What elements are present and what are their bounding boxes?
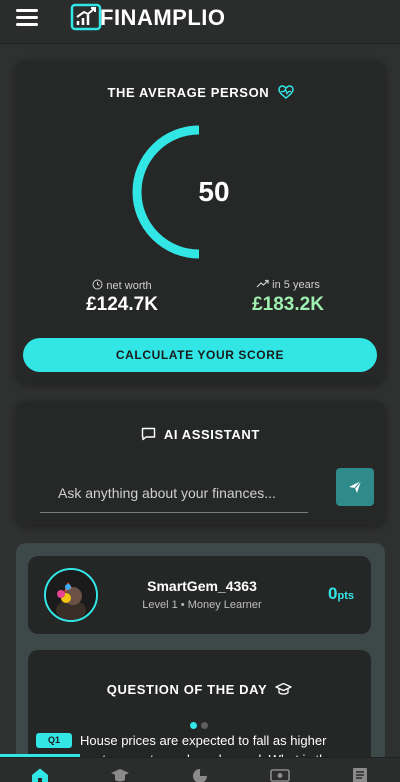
home-icon[interactable] xyxy=(30,767,50,782)
score-value: 50 xyxy=(198,176,230,207)
calculate-score-button[interactable]: CALCULATE YOUR SCORE xyxy=(23,338,377,372)
average-person-title-text: THE AVERAGE PERSON xyxy=(107,85,270,100)
news-icon[interactable] xyxy=(350,767,370,782)
pager-dot[interactable] xyxy=(201,722,208,729)
ai-assistant-title: AI ASSISTANT xyxy=(16,427,385,442)
net-worth-label: net worth xyxy=(106,280,152,292)
question-number-badge: Q1 xyxy=(36,733,72,748)
ai-assistant-title-text: AI ASSISTANT xyxy=(163,427,260,442)
send-icon xyxy=(349,480,362,493)
question-of-the-day-title: QUESTION OF THE DAY xyxy=(28,682,371,697)
username: SmartGem_4363 xyxy=(147,578,257,594)
average-person-title: THE AVERAGE PERSON xyxy=(16,85,385,100)
net-worth-label-group: net worth xyxy=(72,279,172,292)
logo-chart-arrow-icon xyxy=(70,3,102,31)
top-bar: FINAMPLIO xyxy=(0,0,400,44)
ai-assistant-card: AI ASSISTANT xyxy=(16,401,385,525)
ai-question-input[interactable] xyxy=(40,473,308,513)
pager-dot-active[interactable] xyxy=(190,722,197,729)
points-display: 0pts xyxy=(328,584,354,604)
send-button[interactable] xyxy=(336,468,374,506)
net-worth-value: £124.7K xyxy=(86,294,158,315)
money-icon[interactable] xyxy=(270,767,290,782)
average-person-card: THE AVERAGE PERSON 50 net worth £124.7K … xyxy=(16,60,385,383)
avatar[interactable] xyxy=(44,568,98,622)
clock-icon xyxy=(92,279,103,290)
qotd-title-text: QUESTION OF THE DAY xyxy=(106,682,267,697)
heart-pulse-icon xyxy=(277,85,294,99)
future-label-group: in 5 years xyxy=(238,279,338,291)
brand-name[interactable]: FINAMPLIO xyxy=(100,5,226,31)
user-level: Level 1 • Money Learner xyxy=(142,599,262,611)
profile-card[interactable]: SmartGem_4363 Level 1 • Money Learner 0p… xyxy=(28,556,371,634)
graduation-cap-icon xyxy=(275,682,292,695)
trend-up-icon xyxy=(256,279,269,288)
learn-icon[interactable] xyxy=(110,767,130,782)
score-gauge: 50 xyxy=(131,124,267,260)
chat-bubble-icon xyxy=(141,427,156,441)
future-label: in 5 years xyxy=(272,279,320,291)
profile-section: SmartGem_4363 Level 1 • Money Learner 0p… xyxy=(16,543,385,782)
future-value: £183.2K xyxy=(252,294,324,315)
pie-chart-icon[interactable] xyxy=(190,767,210,782)
hamburger-menu-icon[interactable] xyxy=(16,9,38,27)
points-unit: pts xyxy=(337,590,354,602)
